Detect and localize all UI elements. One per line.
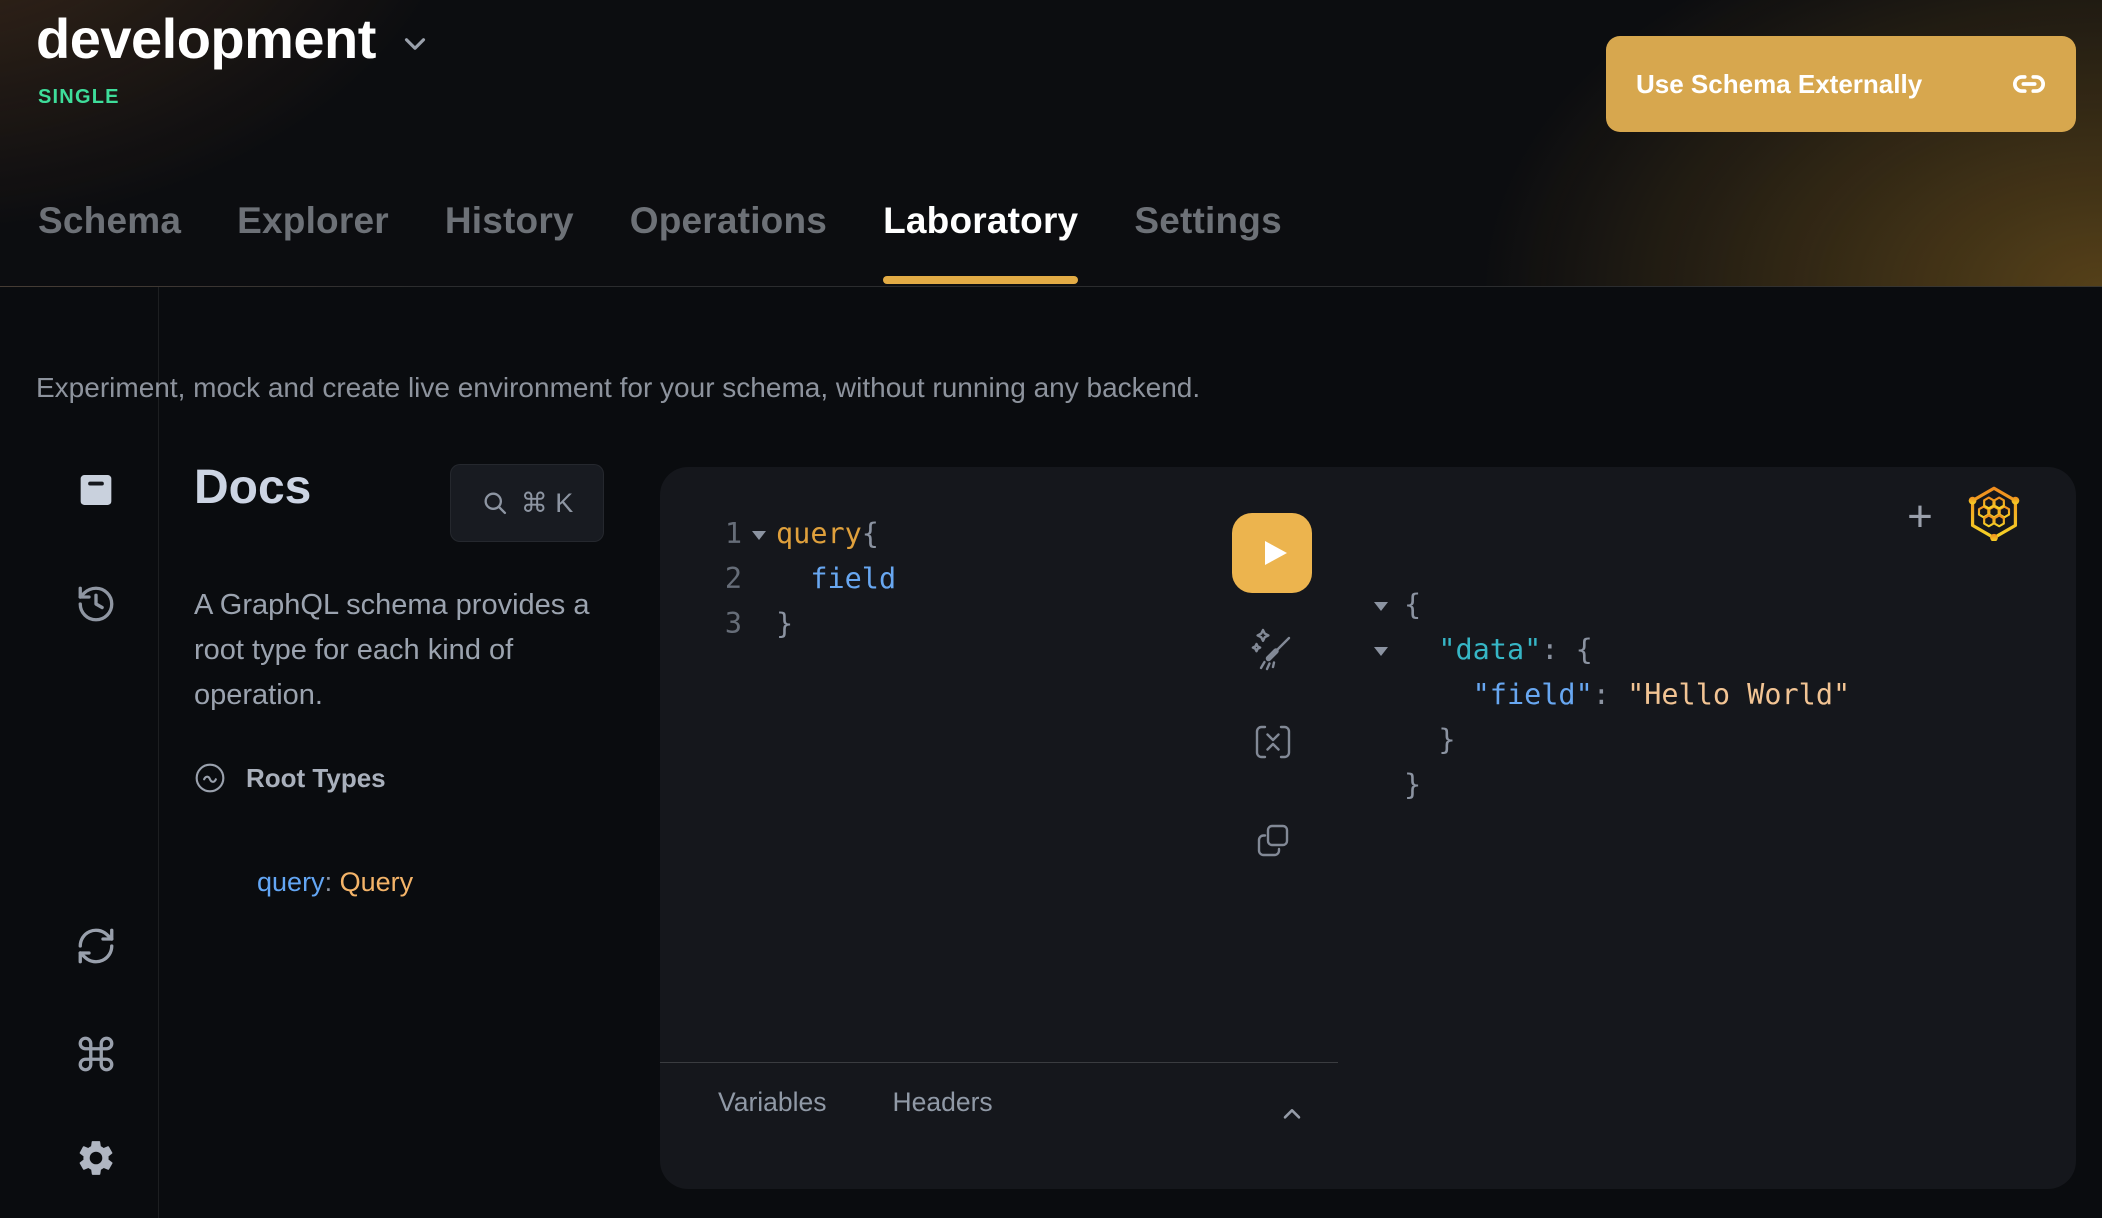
tab-settings[interactable]: Settings (1134, 200, 1282, 286)
root-field-separator: : (325, 867, 340, 897)
response-line: { (1374, 582, 1850, 627)
fold-caret[interactable] (1374, 582, 1404, 627)
editor-line: 2 field (718, 556, 896, 601)
chevron-up-icon (1278, 1101, 1306, 1129)
response-line: "field": "Hello World" (1374, 672, 1850, 717)
history-icon (75, 583, 117, 625)
target-selector: development (36, 6, 432, 71)
root-type-query-link[interactable]: query: Query (212, 836, 413, 929)
root-field-name: query (257, 867, 325, 897)
tab-variables[interactable]: Variables (718, 1087, 827, 1118)
sidebar-shortcuts-button[interactable] (72, 1030, 120, 1078)
indent (1404, 672, 1473, 717)
sidebar-docs-button[interactable] (72, 466, 120, 514)
tab-explorer[interactable]: Explorer (237, 200, 389, 286)
fold-caret[interactable] (742, 511, 776, 556)
hive-laboratory-page: development SINGLE Use Schema Externally… (0, 0, 2102, 1218)
token-brace: } (1404, 762, 1421, 807)
caret-down-icon (1374, 647, 1388, 656)
sidebar-divider (158, 287, 159, 1218)
tab-history[interactable]: History (445, 200, 574, 286)
root-types-section: Root Types (194, 762, 386, 794)
command-icon (75, 1033, 117, 1075)
prettify-wand-icon (1250, 625, 1296, 673)
docs-book-icon (76, 470, 116, 510)
token-colon: : (1593, 672, 1627, 717)
search-shortcut-label: ⌘ K (521, 488, 574, 519)
merge-fragments-button[interactable] (1250, 719, 1296, 765)
response-line: "data": { (1374, 627, 1850, 672)
collapse-footer-button[interactable] (1272, 1095, 1312, 1135)
page-description: Experiment, mock and create live environ… (36, 372, 1200, 404)
sidebar-settings-button[interactable] (72, 1134, 120, 1182)
copy-query-button[interactable] (1250, 819, 1296, 865)
response-viewer: { "data": { "field": "Hello World" } } (1374, 582, 1850, 807)
nav-tabs: Schema Explorer History Operations Labor… (38, 200, 1282, 286)
token-brace: { (1404, 582, 1421, 627)
hive-logo-icon (1966, 485, 2022, 541)
response-line: } (1374, 717, 1850, 762)
query-editor[interactable]: 1 query{ 2 field 3} (718, 511, 896, 646)
tab-headers[interactable]: Headers (893, 1087, 993, 1118)
use-schema-externally-button[interactable]: Use Schema Externally (1606, 36, 2076, 132)
link-icon (2012, 67, 2046, 101)
token-colon: : (1541, 627, 1575, 672)
token-key-data: "data" (1438, 627, 1541, 672)
merge-icon (1250, 719, 1296, 765)
line-number: 1 (718, 511, 742, 556)
target-type-badge: SINGLE (38, 86, 120, 109)
token-brace: } (776, 601, 793, 646)
editor-line: 3} (718, 601, 896, 646)
sidebar-refetch-button[interactable] (72, 922, 120, 970)
token-key-field: "field" (1473, 672, 1593, 717)
add-tab-button[interactable]: + (1896, 493, 1944, 541)
refresh-icon (75, 925, 117, 967)
line-number: 2 (718, 556, 742, 601)
token-brace: } (1404, 717, 1455, 762)
docs-description: A GraphQL schema provides a root type fo… (194, 583, 634, 718)
copy-icon (1250, 819, 1296, 865)
sidebar-history-button[interactable] (72, 580, 120, 628)
execute-query-button[interactable] (1232, 513, 1312, 593)
use-schema-externally-label: Use Schema Externally (1636, 69, 1922, 100)
root-type-name: Query (340, 867, 414, 897)
token-keyword: query (776, 511, 862, 556)
editor-footer-tabs: Variables Headers (718, 1087, 993, 1118)
gear-icon (75, 1137, 117, 1179)
circle-tilde-icon (194, 762, 226, 794)
editor-footer-divider (660, 1062, 1338, 1063)
header: development SINGLE Use Schema Externally… (0, 0, 2102, 287)
chevron-down-icon (398, 27, 432, 61)
editor-line: 1 query{ (718, 511, 896, 556)
fold-caret[interactable] (1374, 627, 1404, 672)
docs-heading: Docs (194, 460, 311, 515)
token-field: field (776, 556, 896, 601)
tab-operations[interactable]: Operations (630, 200, 827, 286)
caret-down-icon (752, 531, 766, 540)
search-icon (481, 489, 509, 517)
tab-laboratory[interactable]: Laboratory (883, 200, 1078, 286)
page-title: development (36, 6, 376, 71)
token-brace: { (862, 511, 879, 556)
prettify-button[interactable] (1250, 626, 1296, 672)
token-brace: { (1576, 627, 1593, 672)
token-string-value: "Hello World" (1627, 672, 1850, 717)
response-line: } (1374, 762, 1850, 807)
caret-down-icon (1374, 602, 1388, 611)
graphiql-panel: 1query{ 2 field 3} (660, 467, 2076, 1189)
play-icon (1249, 530, 1295, 576)
target-dropdown-button[interactable] (398, 27, 432, 61)
line-number: 3 (718, 601, 742, 646)
search-button[interactable]: ⌘ K (450, 464, 604, 542)
indent (1404, 627, 1438, 672)
tab-schema[interactable]: Schema (38, 200, 181, 286)
root-types-label: Root Types (246, 763, 386, 794)
